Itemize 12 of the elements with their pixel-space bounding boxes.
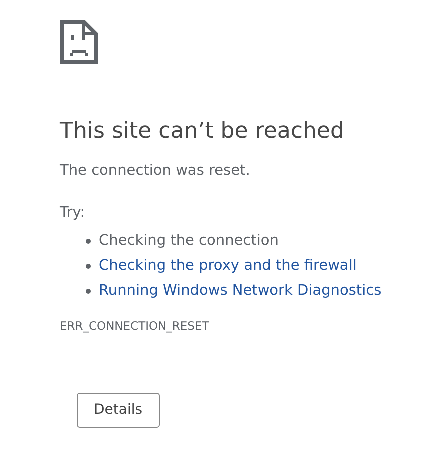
bullet-icon [86, 288, 91, 294]
suggestion-link[interactable]: Checking the proxy and the firewall [99, 256, 357, 278]
error-title: This site can’t be reached [60, 119, 346, 146]
bullet-icon [86, 264, 91, 269]
sad-page-icon [60, 20, 98, 64]
error-code: ERR_CONNECTION_RESET [60, 318, 210, 335]
bullet-icon [86, 238, 91, 244]
details-button[interactable]: Details [77, 393, 160, 428]
try-label: Try: [60, 204, 86, 224]
error-message: The connection was reset. [60, 162, 252, 182]
suggestion-text: Checking the connection [99, 232, 279, 251]
suggestion-link[interactable]: Running Windows Network Diagnostics [99, 280, 382, 302]
